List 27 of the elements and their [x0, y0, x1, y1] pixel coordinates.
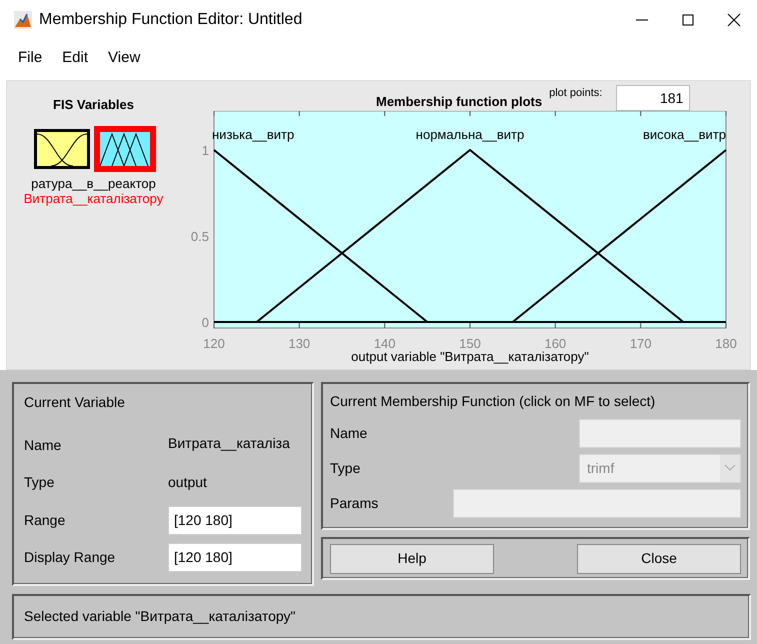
field-label: Params — [330, 494, 378, 513]
x-tick-label: 120 — [203, 336, 225, 351]
y-tick-label: 0 — [202, 314, 209, 330]
field-label: Name — [24, 436, 62, 456]
x-tick-label: 160 — [544, 336, 566, 351]
variable-name: Витрата__каталіза — [168, 434, 290, 454]
y-tick-label: 0.5 — [190, 229, 209, 244]
field-label: Display Range — [24, 548, 116, 567]
window-title: Membership Function Editor: Untitled — [39, 10, 304, 30]
status-bar: Selected variable "Витрата__каталізатору" — [12, 594, 751, 640]
axis-label: output variable "Витрата__каталізатору" — [351, 349, 589, 364]
field-label: Range — [24, 510, 66, 530]
panel-title: Current Membership Function (click on MF to select) — [330, 392, 656, 411]
variable-type: output — [168, 473, 207, 492]
chart-title: Membership function plots — [376, 92, 542, 111]
field-label: Name — [330, 424, 368, 443]
field-label: Type — [330, 458, 360, 478]
x-tick-label: 150 — [459, 336, 481, 351]
section-title: FIS Variables — [53, 96, 134, 114]
plot-points-label: plot points: — [549, 86, 602, 100]
x-tick-label: 140 — [374, 336, 396, 351]
x-tick-label: 170 — [630, 336, 652, 351]
x-tick-label: 180 — [715, 336, 737, 351]
panel-title: Current Variable — [24, 393, 126, 412]
field-label: Type — [24, 473, 56, 492]
y-tick-label: 1 — [202, 143, 209, 158]
x-tick-label: 130 — [288, 336, 310, 351]
